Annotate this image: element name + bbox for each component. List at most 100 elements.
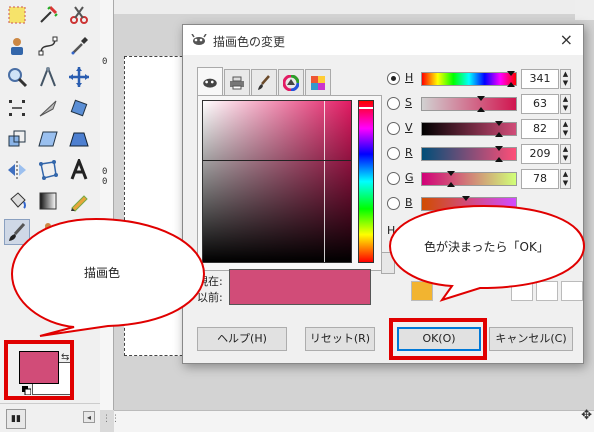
spin-arrows-icon[interactable]: ▲ ▼ [560, 169, 571, 189]
pencil-tool[interactable] [66, 188, 92, 214]
shear-icon [38, 131, 58, 147]
spin-arrows-icon[interactable]: ▲ ▼ [560, 119, 571, 139]
foreground-highlight-frame [4, 340, 74, 400]
vertical-ruler: 0 0 0 [100, 0, 114, 410]
quick-mask-icon[interactable]: ⋮⋮ [102, 414, 120, 424]
channel-value-field[interactable]: 78 [521, 169, 559, 189]
color-selector-tabs [197, 67, 332, 95]
move-tool[interactable] [66, 64, 92, 90]
slider-marker [495, 157, 504, 162]
hue-strip[interactable] [358, 100, 374, 263]
ruler-label: 0 [102, 177, 108, 187]
scissors-icon [70, 6, 88, 24]
scissors-tool[interactable] [66, 2, 92, 28]
channel-radio[interactable] [387, 172, 400, 185]
text-tool[interactable] [66, 157, 92, 183]
channel-label: V [405, 121, 413, 134]
channel-radio[interactable] [387, 97, 400, 110]
paths-tool[interactable] [35, 33, 61, 59]
tab-cmyk[interactable] [224, 69, 250, 95]
sv-crosshair-horizontal [203, 160, 351, 161]
ok-callout: 色が決まったら「OK」 [388, 202, 586, 302]
channel-radio[interactable] [387, 147, 400, 160]
bucket-fill-tool[interactable] [4, 188, 30, 214]
perspective-icon [69, 132, 89, 147]
slider-marker [507, 71, 516, 76]
spin-arrows-icon[interactable]: ▲ ▼ [560, 69, 571, 89]
spin-arrows-icon[interactable]: ▲ ▼ [560, 94, 571, 114]
channel-value-field[interactable]: 63 [521, 94, 559, 114]
horizontal-ruler [114, 0, 594, 14]
gimp-tab-icon [203, 78, 217, 88]
fuzzy-select-tool[interactable] [35, 2, 61, 28]
close-icon[interactable]: × [560, 30, 573, 49]
gimp-icon [191, 34, 207, 45]
help-button[interactable]: ヘルプ(H) [197, 327, 287, 351]
tab-wheel[interactable] [278, 69, 304, 95]
channel-radio[interactable] [387, 122, 400, 135]
channel-slider[interactable] [421, 121, 517, 137]
channel-value-field[interactable]: 209 [521, 144, 559, 164]
slider-marker [495, 146, 504, 151]
change-foreground-color-dialog: 描画色の変更 × 現在: 以前: H 341 ▲ ▼ S 63 ▲ ▼ V 82 ▲ ▼ R 209 ▲ ▼ G… [182, 24, 584, 364]
perspective-tool[interactable] [66, 126, 92, 152]
reset-colors-icon[interactable] [22, 386, 31, 395]
channel-slider[interactable] [421, 96, 517, 112]
tab-palette[interactable] [305, 69, 331, 95]
foreground-select-tool[interactable] [4, 33, 30, 59]
channel-value-field[interactable]: 341 [521, 69, 559, 89]
zoom-tool[interactable] [4, 64, 30, 90]
text-a-icon [70, 159, 88, 180]
channel-slider[interactable] [421, 171, 517, 187]
crop-tool[interactable] [35, 95, 61, 121]
foreground-color-callout: 描画色 [8, 212, 208, 342]
paths-icon [38, 36, 58, 56]
wheel-tab-icon [283, 74, 299, 91]
channel-slider[interactable] [421, 71, 517, 87]
callout-text: 色が決まったら「OK」 [424, 240, 549, 254]
cage-tool[interactable] [35, 157, 61, 183]
channel-slider[interactable] [421, 146, 517, 162]
channel-radio[interactable] [387, 72, 400, 85]
align-icon [9, 100, 25, 116]
navigate-icon[interactable]: ✥ [581, 408, 592, 423]
slider-marker [447, 182, 456, 187]
bucket-icon [10, 192, 26, 209]
swap-colors-icon[interactable]: ⇆ [61, 352, 69, 363]
toolbox-menu-arrow-icon[interactable]: ◂ [83, 411, 95, 423]
spin-arrows-icon[interactable]: ▲ ▼ [560, 144, 571, 164]
fuzzy-select-icon [40, 5, 58, 23]
blend-tool[interactable] [35, 188, 61, 214]
foreground-select-icon [11, 38, 23, 55]
move-arrows-icon [69, 67, 89, 87]
channel-row-h: H 341 ▲ ▼ [387, 69, 577, 89]
channel-label: S [405, 96, 412, 109]
rect-select-tool[interactable] [4, 2, 30, 28]
channel-label: H [405, 71, 414, 84]
ruler-label: 0 [102, 57, 108, 67]
channel-row-r: R 209 ▲ ▼ [387, 144, 577, 164]
flip-icon [8, 161, 26, 179]
scale-tool[interactable] [4, 126, 30, 152]
cancel-button[interactable]: キャンセル(C) [489, 327, 573, 351]
measure-tool[interactable] [35, 64, 61, 90]
reset-button[interactable]: リセット(R) [305, 327, 375, 351]
callout-text: 描画色 [84, 266, 121, 280]
vertical-scrollbar[interactable] [575, 0, 594, 20]
rotate-tool[interactable] [66, 95, 92, 121]
shear-tool[interactable] [35, 126, 61, 152]
hue-marker [359, 107, 373, 109]
channel-value-field[interactable]: 82 [521, 119, 559, 139]
tab-gimp[interactable] [197, 67, 223, 95]
color-picker-tool[interactable] [66, 33, 92, 59]
saturation-value-square[interactable] [202, 100, 352, 263]
tab-watercolor[interactable] [251, 69, 277, 95]
horizontal-scrollbar[interactable] [114, 410, 594, 432]
tool-options-icon[interactable]: ▮▮ [6, 409, 26, 429]
align-tool[interactable] [4, 95, 30, 121]
dialog-title: 描画色の変更 [213, 35, 286, 49]
palette-tab-icon [311, 75, 325, 90]
magnifier-icon [8, 68, 28, 88]
flip-tool[interactable] [4, 157, 30, 183]
color-picker-icon [71, 37, 88, 55]
